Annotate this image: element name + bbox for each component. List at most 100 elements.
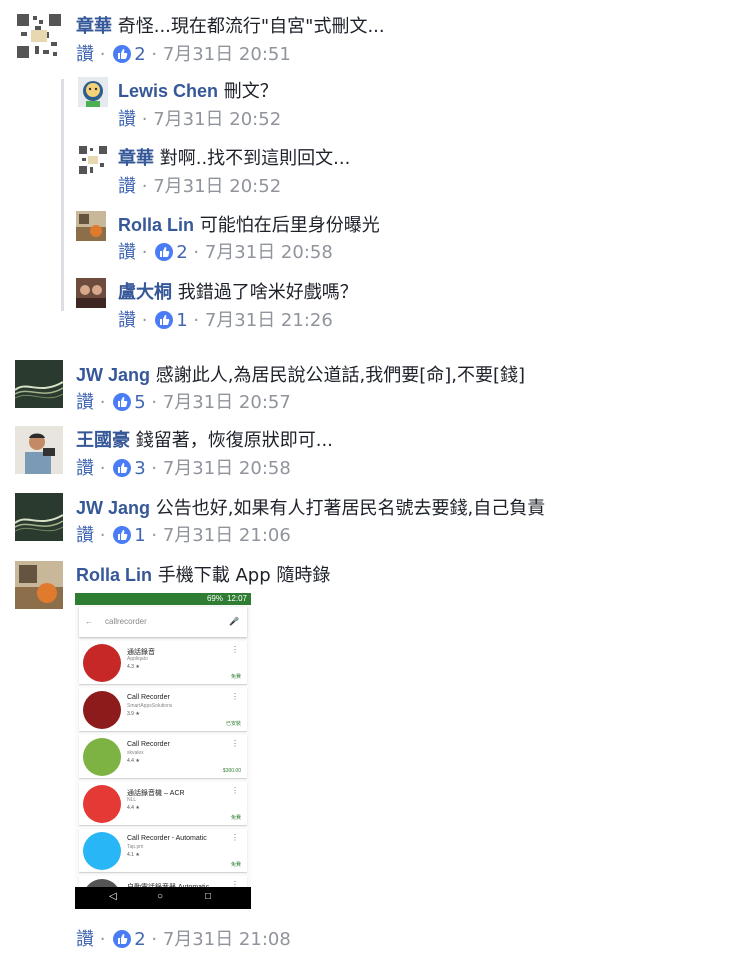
- comment-text: 手機下載 App 隨時錄: [157, 565, 331, 586]
- avatar[interactable]: [15, 561, 63, 609]
- comment-body: 章華 對啊..找不到這則回文...: [118, 148, 350, 170]
- like-link[interactable]: 讚: [118, 242, 136, 263]
- app-rating: 4.4 ★: [127, 758, 140, 764]
- like-link[interactable]: 讚: [76, 392, 94, 413]
- phone-search-query: callrecorder: [105, 617, 147, 626]
- avatar[interactable]: [78, 145, 108, 175]
- comment-timestamp[interactable]: 7月31日 20:58: [205, 242, 333, 263]
- reaction-count[interactable]: 2: [134, 44, 145, 65]
- more-options-icon: ⋮: [231, 645, 239, 654]
- like-reaction-icon[interactable]: [155, 243, 174, 261]
- comment-body: 王國豪 錢留著，恢復原狀即可...: [76, 430, 333, 452]
- comment-author[interactable]: Lewis Chen: [118, 81, 218, 101]
- avatar[interactable]: [15, 493, 63, 541]
- app-icon: [83, 738, 121, 776]
- app-name: Call Recorder: [127, 741, 170, 748]
- reaction-count[interactable]: 3: [134, 458, 145, 479]
- attached-screenshot[interactable]: 69% 12:07 ← callrecorder 🎤 通話錄音 Appliqato…: [75, 593, 251, 909]
- like-reaction-icon[interactable]: [155, 311, 174, 329]
- comment-meta: 讚 · 3 · 7月31日 20:58: [76, 458, 291, 480]
- reaction-count[interactable]: 5: [134, 392, 145, 413]
- separator-dot: ·: [151, 525, 158, 546]
- comment-author[interactable]: Rolla Lin: [118, 215, 194, 235]
- like-reaction-icon[interactable]: [113, 45, 132, 63]
- comment-text: 我錯過了啥米好戲嗎？: [177, 282, 358, 303]
- app-developer: Appliqato: [127, 656, 148, 662]
- app-icon: [83, 832, 121, 870]
- back-arrow-icon: ←: [85, 617, 93, 626]
- like-reaction-icon[interactable]: [113, 930, 132, 948]
- separator-dot: ·: [141, 310, 148, 331]
- comment-meta: 讚 · 1 · 7月31日 21:26: [118, 310, 333, 332]
- battery-level: 69%: [206, 594, 223, 603]
- avatar[interactable]: [76, 211, 106, 241]
- comment-timestamp[interactable]: 7月31日 21:08: [163, 929, 291, 950]
- more-options-icon: ⋮: [231, 833, 239, 842]
- like-link[interactable]: 讚: [118, 109, 136, 130]
- separator-dot: ·: [151, 929, 158, 950]
- avatar[interactable]: [15, 12, 63, 60]
- comment-timestamp[interactable]: 7月31日 21:06: [163, 525, 291, 546]
- avatar[interactable]: [15, 426, 63, 474]
- like-reaction-icon[interactable]: [113, 459, 132, 477]
- comment-author[interactable]: Rolla Lin: [76, 565, 152, 585]
- comment-text: 可能怕在后里身份曝光: [199, 215, 380, 236]
- comment-author[interactable]: 章華: [76, 16, 112, 37]
- separator-dot: ·: [99, 525, 106, 546]
- comment-body: Rolla Lin 手機下載 App 隨時錄: [76, 564, 330, 587]
- reaction-count[interactable]: 1: [134, 525, 145, 546]
- comment-meta: 讚 · 5 · 7月31日 20:57: [76, 392, 291, 414]
- mic-icon: 🎤: [229, 617, 239, 626]
- separator-dot: ·: [151, 44, 158, 65]
- phone-app-row: 通話錄音機 – ACR NLL 4.4 ★ ⋮ 免費: [79, 782, 247, 825]
- app-name: Call Recorder - Automatic: [127, 835, 207, 842]
- separator-dot: ·: [141, 176, 148, 197]
- separator-dot: ·: [151, 392, 158, 413]
- comment-author[interactable]: JW Jang: [76, 498, 150, 518]
- avatar[interactable]: [78, 77, 108, 107]
- like-reaction-icon[interactable]: [113, 526, 132, 544]
- reaction-count[interactable]: 2: [134, 929, 145, 950]
- app-rating: 3.9 ★: [127, 711, 140, 717]
- comment-timestamp[interactable]: 7月31日 21:26: [205, 310, 333, 331]
- like-link[interactable]: 讚: [76, 44, 94, 65]
- like-reaction-icon[interactable]: [113, 393, 132, 411]
- like-link[interactable]: 讚: [118, 176, 136, 197]
- separator-dot: ·: [193, 310, 200, 331]
- reaction-count[interactable]: 2: [176, 242, 187, 263]
- comment-meta: 讚 · 7月31日 20:52: [118, 176, 281, 198]
- app-rating: 4.3 ★: [127, 664, 140, 670]
- phone-app-row: Call Recorder SmartAppsSolutions 3.9 ★ ⋮ 已安裝: [79, 688, 247, 731]
- comment-body: Rolla Lin 可能怕在后里身份曝光: [118, 214, 380, 237]
- comment-author[interactable]: JW Jang: [76, 365, 150, 385]
- comment-author[interactable]: 章華: [118, 148, 154, 169]
- comment-text: 感謝此人,為居民說公道話,我們要[命],不要[錢]: [155, 365, 526, 386]
- comment-timestamp[interactable]: 7月31日 20:52: [153, 176, 281, 197]
- app-rating: 4.1 ★: [127, 852, 140, 858]
- avatar[interactable]: [76, 278, 106, 308]
- separator-dot: ·: [141, 109, 148, 130]
- comment-timestamp[interactable]: 7月31日 20:58: [163, 458, 291, 479]
- avatar[interactable]: [15, 360, 63, 408]
- like-link[interactable]: 讚: [76, 929, 94, 950]
- comment-author[interactable]: 王國豪: [76, 430, 130, 451]
- app-developer: NLL: [127, 797, 137, 803]
- phone-status-bar: 69% 12:07: [75, 593, 251, 605]
- reaction-count[interactable]: 1: [176, 310, 187, 331]
- like-link[interactable]: 讚: [76, 525, 94, 546]
- separator-dot: ·: [141, 242, 148, 263]
- app-price: 已安裝: [225, 721, 241, 727]
- app-developer: SmartAppsSolutions: [127, 703, 173, 709]
- comment-text: 刪文？: [223, 81, 278, 102]
- reply-thread-line: [61, 79, 64, 311]
- comment-author[interactable]: 盧大桐: [118, 282, 172, 303]
- like-link[interactable]: 讚: [118, 310, 136, 331]
- app-price: 免費: [230, 674, 241, 680]
- comment-timestamp[interactable]: 7月31日 20:52: [153, 109, 281, 130]
- phone-app-row: Call Recorder skvalex 4.4 ★ ⋮ $300.00: [79, 735, 247, 778]
- nav-recent-icon: □: [205, 891, 212, 902]
- comment-body: 章華 奇怪...現在都流行"自宮"式刪文...: [76, 16, 385, 38]
- comment-timestamp[interactable]: 7月31日 20:51: [163, 44, 291, 65]
- comment-timestamp[interactable]: 7月31日 20:57: [163, 392, 291, 413]
- like-link[interactable]: 讚: [76, 458, 94, 479]
